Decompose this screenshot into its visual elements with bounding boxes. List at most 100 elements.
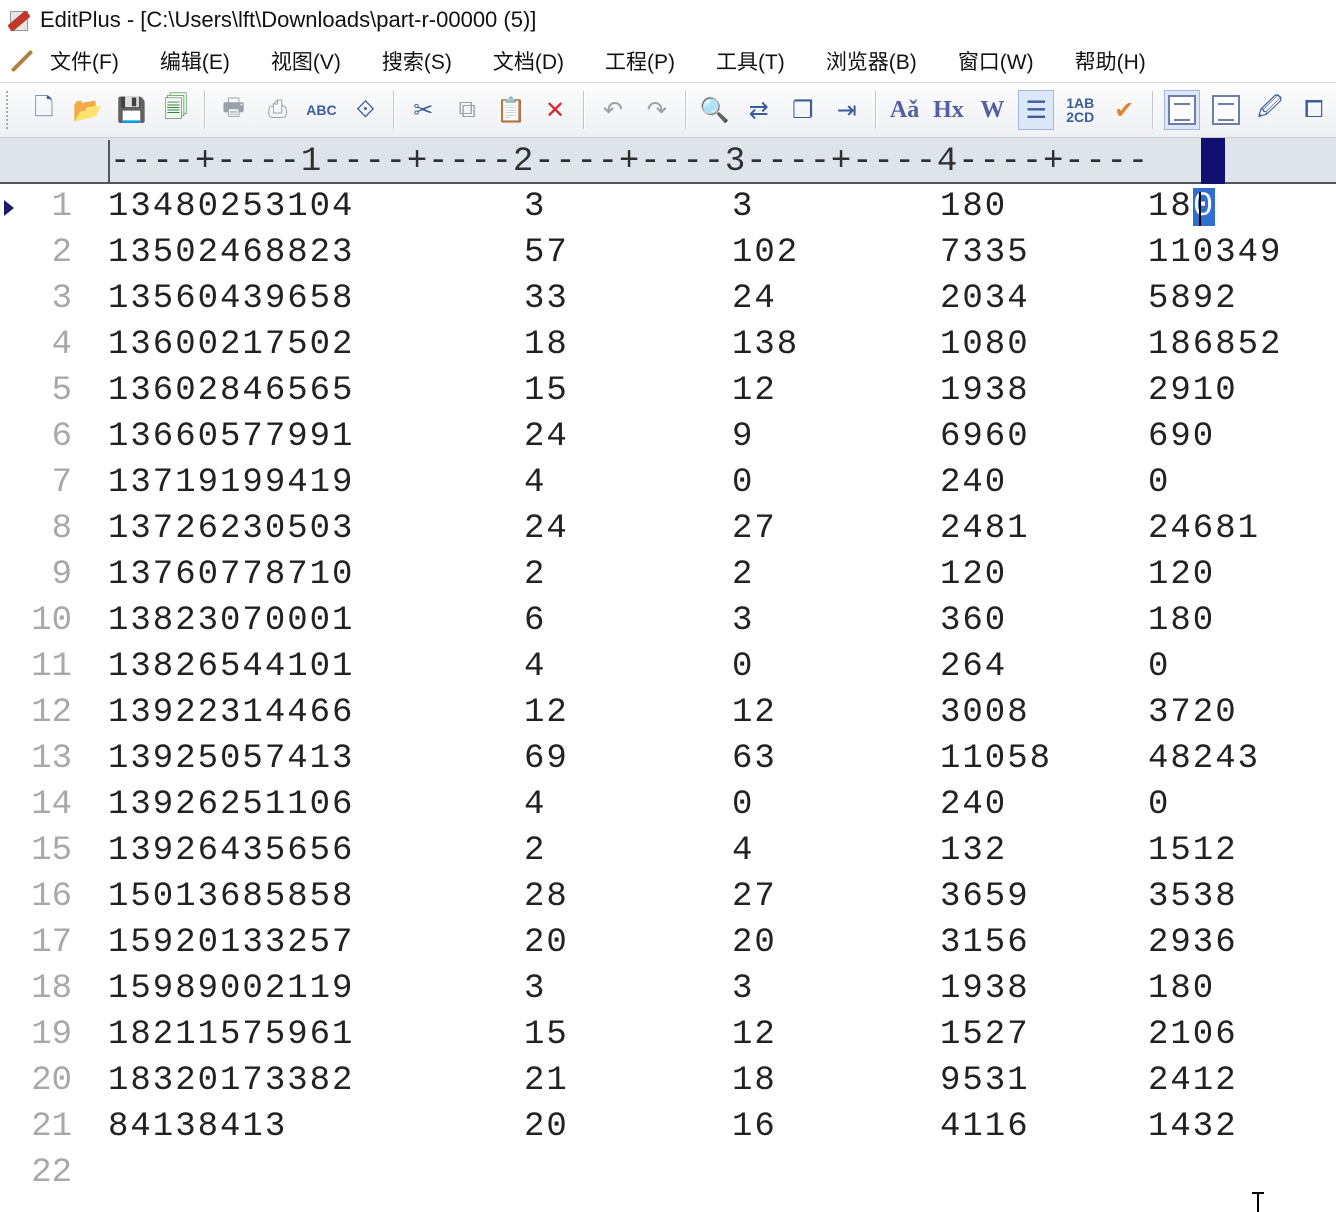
field-col-2: 33 xyxy=(524,280,569,318)
redo-icon[interactable]: ↷ xyxy=(639,90,675,130)
toolbar-separator xyxy=(583,91,586,129)
editplus-app-icon[interactable] xyxy=(4,5,34,35)
find-in-files-icon[interactable]: ❐ xyxy=(785,90,821,130)
delete-icon[interactable]: ✕ xyxy=(537,90,573,130)
save-all-icon[interactable]: 🗐 xyxy=(158,90,194,130)
undo-icon[interactable]: ↶ xyxy=(595,90,631,130)
field-col-1: 15013685858 xyxy=(108,878,355,916)
menu-tools[interactable]: 工具(T) xyxy=(716,46,785,76)
field-col-1: 13823070001 xyxy=(108,602,355,640)
field-col-5: 186852 xyxy=(1148,326,1283,364)
field-col-5: 3720 xyxy=(1148,694,1238,732)
cliptext-window-icon[interactable] xyxy=(1208,90,1244,130)
open-folder-icon[interactable]: 📂 xyxy=(70,90,106,130)
editor-line[interactable]: 11 13826544101 4 0 264 0 xyxy=(0,644,1336,690)
toolbar-separator xyxy=(1152,91,1155,129)
find-icon[interactable]: 🔍 xyxy=(697,90,733,130)
font-icon[interactable]: Aǎ xyxy=(887,90,923,130)
output-window-icon[interactable]: 🖉 xyxy=(1252,90,1288,130)
print-preview-icon[interactable]: 🖶 xyxy=(216,90,252,130)
editor-line[interactable]: 20 18320173382 21 18 9531 2412 xyxy=(0,1058,1336,1104)
spell-check-icon[interactable]: ABC xyxy=(304,90,340,130)
field-col-4: 1527 xyxy=(940,1016,1030,1054)
field-col-2: 24 xyxy=(524,510,569,548)
field-col-2: 4 xyxy=(524,786,547,824)
editor-line[interactable]: 1 13480253104 3 3 180 180 xyxy=(0,184,1336,230)
menu-browser[interactable]: 浏览器(B) xyxy=(826,46,917,76)
toolbar-grip[interactable] xyxy=(6,91,12,129)
field-col-5: 2910 xyxy=(1148,372,1238,410)
menu-view[interactable]: 视图(V) xyxy=(271,46,341,76)
hex-view-icon[interactable]: Hx xyxy=(931,90,967,130)
directory-window-icon[interactable] xyxy=(1164,90,1201,130)
field-col-2: 3 xyxy=(524,188,547,226)
new-file-icon[interactable]: 🗋 xyxy=(26,90,62,130)
menu-window[interactable]: 窗口(W) xyxy=(958,46,1034,76)
editor-line[interactable]: 17 15920133257 20 20 3156 2936 xyxy=(0,920,1336,966)
editor-line[interactable]: 12 13922314466 12 12 3008 3720 xyxy=(0,690,1336,736)
line-number: 22 xyxy=(31,1154,72,1192)
field-col-4: 3008 xyxy=(940,694,1030,732)
field-col-1: 13922314466 xyxy=(108,694,355,732)
browser-preview-icon[interactable]: ⟐ xyxy=(347,90,383,130)
menu-search[interactable]: 搜索(S) xyxy=(382,46,452,76)
editor-line[interactable]: 15 13926435656 2 4 132 1512 xyxy=(0,828,1336,874)
line-number: 15 xyxy=(31,832,72,870)
field-col-1: 13502468823 xyxy=(108,234,355,272)
editor-line[interactable]: 10 13823070001 6 3 360 180 xyxy=(0,598,1336,644)
field-col-4: 2034 xyxy=(940,280,1030,318)
editor-line[interactable]: 4 13600217502 18 138 1080 186852 xyxy=(0,322,1336,368)
fullscreen-icon[interactable]: ⧠ xyxy=(1296,90,1332,130)
editor-line[interactable]: 21 84138413 20 16 4116 1432 xyxy=(0,1104,1336,1150)
field-col-3: 16 xyxy=(732,1108,777,1146)
editor-line[interactable]: 13 13925057413 69 63 11058 48243 xyxy=(0,736,1336,782)
editor-line[interactable]: 18 15989002119 3 3 1938 180 xyxy=(0,966,1336,1012)
editor-line[interactable]: 16 15013685858 28 27 3659 3538 xyxy=(0,874,1336,920)
field-col-2: 21 xyxy=(524,1062,569,1100)
editor-line[interactable]: 5 13602846565 15 12 1938 2910 xyxy=(0,368,1336,414)
field-col-4: 360 xyxy=(940,602,1008,640)
copy-icon[interactable]: ⧉ xyxy=(449,90,485,130)
editor-line[interactable]: 7 13719199419 4 0 240 0 xyxy=(0,460,1336,506)
menu-file[interactable]: 文件(F) xyxy=(50,46,119,76)
editor-line[interactable]: 3 13560439658 33 24 2034 5892 xyxy=(0,276,1336,322)
document-pencil-icon[interactable] xyxy=(0,41,40,81)
editor-line[interactable]: 19 18211575961 15 12 1527 2106 xyxy=(0,1012,1336,1058)
editor-line[interactable]: 2 13502468823 57 102 7335 110349 xyxy=(0,230,1336,276)
replace-icon[interactable]: ⇄ xyxy=(741,90,777,130)
field-col-2: 20 xyxy=(524,1108,569,1146)
field-col-3: 4 xyxy=(732,832,755,870)
line-number-icon[interactable]: ☰ xyxy=(1018,90,1055,130)
field-col-4: 132 xyxy=(940,832,1008,870)
menu-project[interactable]: 工程(P) xyxy=(605,46,675,76)
editor-line[interactable]: 9 13760778710 2 2 120 120 xyxy=(0,552,1336,598)
editor-line[interactable]: 6 13660577991 24 9 6960 690 xyxy=(0,414,1336,460)
field-col-2: 18 xyxy=(524,326,569,364)
column-select-icon[interactable]: 1AB 2CD xyxy=(1062,90,1098,130)
menu-edit[interactable]: 编辑(E) xyxy=(160,46,230,76)
checkmark-icon[interactable]: ✔ xyxy=(1106,90,1142,130)
menu-bar: 文件(F) 编辑(E) 视图(V) 搜索(S) 文档(D) 工程(P) 工具(T… xyxy=(0,40,1336,82)
field-col-1: 13925057413 xyxy=(108,740,355,778)
field-col-3: 12 xyxy=(732,694,777,732)
editor-line[interactable]: 8 13726230503 24 27 2481 24681 xyxy=(0,506,1336,552)
print-icon[interactable]: ⎙ xyxy=(260,90,296,130)
editor-line[interactable]: 22 xyxy=(0,1150,1336,1196)
paste-icon[interactable]: 📋 xyxy=(493,90,529,130)
field-col-2: 3 xyxy=(524,970,547,1008)
goto-line-icon[interactable]: ⇥ xyxy=(829,90,865,130)
text-editor[interactable]: 1 13480253104 3 3 180 180 2 13502468823 57 102 733… xyxy=(0,184,1336,1212)
word-wrap-icon[interactable]: W xyxy=(974,90,1010,130)
field-col-3: 9 xyxy=(732,418,755,456)
menu-document[interactable]: 文档(D) xyxy=(493,46,564,76)
cut-icon[interactable]: ✂ xyxy=(405,90,441,130)
field-col-4: 120 xyxy=(940,556,1008,594)
line-number: 8 xyxy=(51,510,72,548)
editor-line[interactable]: 14 13926251106 4 0 240 0 xyxy=(0,782,1336,828)
toolbar-separator xyxy=(874,91,877,129)
save-icon[interactable]: 💾 xyxy=(114,90,150,130)
menu-help[interactable]: 帮助(H) xyxy=(1075,46,1146,76)
line-number: 2 xyxy=(51,234,72,272)
field-col-2: 24 xyxy=(524,418,569,456)
field-col-1: 15989002119 xyxy=(108,970,355,1008)
